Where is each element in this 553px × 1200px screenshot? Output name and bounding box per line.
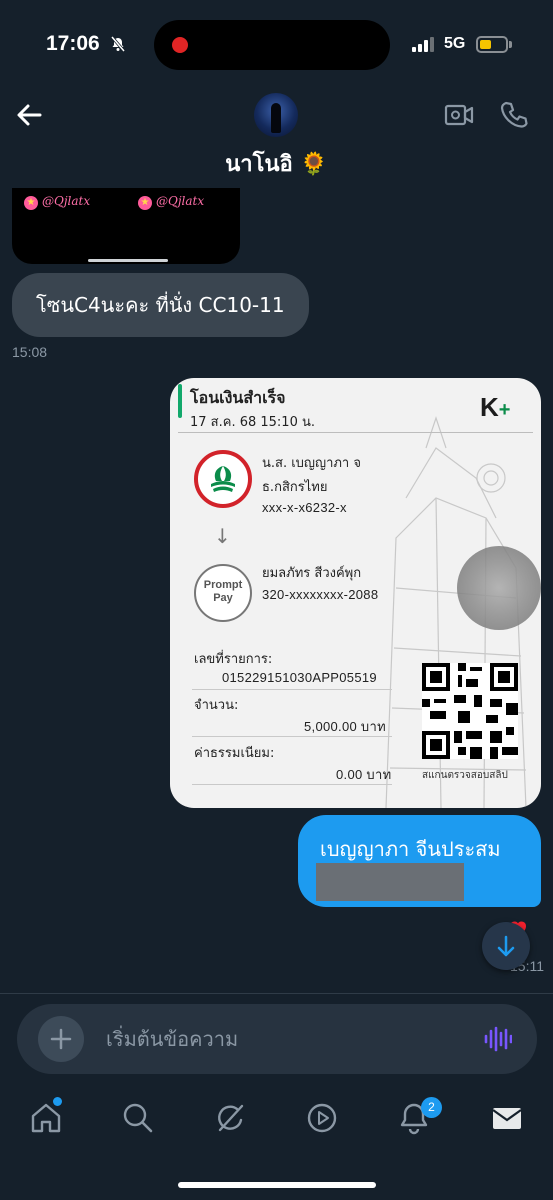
amount-label: จำนวน: [194, 698, 239, 713]
dynamic-island [154, 20, 390, 70]
arrow-down-icon [497, 935, 515, 957]
home-indicator [178, 1182, 376, 1188]
slip-line [192, 689, 392, 690]
message-input[interactable] [106, 1024, 446, 1054]
slip-accent-bar [178, 384, 182, 418]
bell-muted-icon [110, 36, 126, 52]
sender-account: xxx-x-x6232-x [262, 500, 347, 515]
slip-line [192, 784, 392, 785]
amount-value: 5,000.00 บาท [304, 719, 386, 734]
promptpay-logo: Prompt Pay [194, 564, 252, 622]
message-timestamp: 15:08 [12, 344, 48, 360]
voice-message-icon[interactable] [482, 1024, 512, 1054]
slip-date: 17 ส.ค. 68 15:10 น. [190, 415, 315, 430]
signal-icon [412, 36, 434, 52]
home-notification-dot [53, 1097, 62, 1106]
sender-bank: ธ.กสิกรไทย [262, 480, 328, 495]
status-time: 17:06 [46, 32, 100, 55]
outgoing-message-text: เบญญาภา จีนประสม [320, 837, 501, 861]
sticker-label: ★ @Qjlatx [24, 194, 90, 210]
video-play-icon[interactable] [304, 1100, 340, 1136]
redacted-text [316, 863, 464, 901]
plus-icon [50, 1028, 72, 1050]
battery-icon [476, 36, 508, 53]
video-call-icon[interactable] [444, 102, 474, 128]
messages-envelope-icon[interactable] [489, 1100, 525, 1136]
network-label: 5G [444, 35, 466, 52]
incoming-message-bubble[interactable]: โซนC4นะคะ ที่นั่ง CC10-11 [12, 273, 309, 337]
slip-line [192, 736, 392, 737]
transfer-slip-image[interactable]: โอนเงินสำเร็จ 17 ส.ค. 68 15:10 น. K+ น.ส… [170, 378, 541, 808]
qr-code-icon [422, 663, 518, 759]
outgoing-message-bubble[interactable]: เบญญาภา จีนประสม [298, 815, 541, 907]
back-arrow-icon[interactable] [14, 100, 44, 130]
phone-call-icon[interactable] [500, 100, 528, 130]
receiver-name: ยมลภัทร สีวงค์พุก [262, 566, 362, 581]
contact-avatar[interactable] [254, 93, 298, 137]
kbank-logo [194, 450, 252, 508]
slip-divider [178, 432, 533, 433]
ref-value: 015229151030APP05519 [222, 670, 377, 685]
notification-count-badge: 2 [421, 1097, 442, 1118]
composer-divider [0, 993, 553, 994]
media-progress-bar [88, 259, 168, 262]
qr-caption: สแกนตรวจสอบสลิป [422, 770, 508, 781]
kplus-logo: K+ [480, 392, 511, 422]
fee-value: 0.00 บาท [336, 767, 392, 782]
ref-label: เลขที่รายการ: [194, 652, 273, 667]
scroll-to-bottom-button[interactable] [482, 922, 530, 970]
arrow-down-icon: ↓ [214, 524, 231, 548]
receiver-account: 320-xxxxxxxx-2088 [262, 587, 379, 602]
fee-label: ค่าธรรมเนียม: [194, 746, 275, 761]
sender-name: น.ส. เบญญาภา จ [262, 456, 361, 471]
scroll-indicator [457, 546, 541, 630]
contact-name[interactable]: นาโนอิ 🌻 [0, 146, 553, 181]
slip-title: โอนเงินสำเร็จ [190, 388, 286, 407]
search-icon[interactable] [120, 1100, 156, 1136]
recording-indicator [172, 37, 188, 53]
add-attachment-button[interactable] [38, 1016, 84, 1062]
grok-icon[interactable] [212, 1100, 248, 1136]
battery-tip [509, 41, 512, 48]
media-attachment[interactable]: ★ @Qjlatx ★ @Qjlatx [12, 188, 240, 264]
sticker-label: ★ @Qjlatx [138, 194, 204, 210]
